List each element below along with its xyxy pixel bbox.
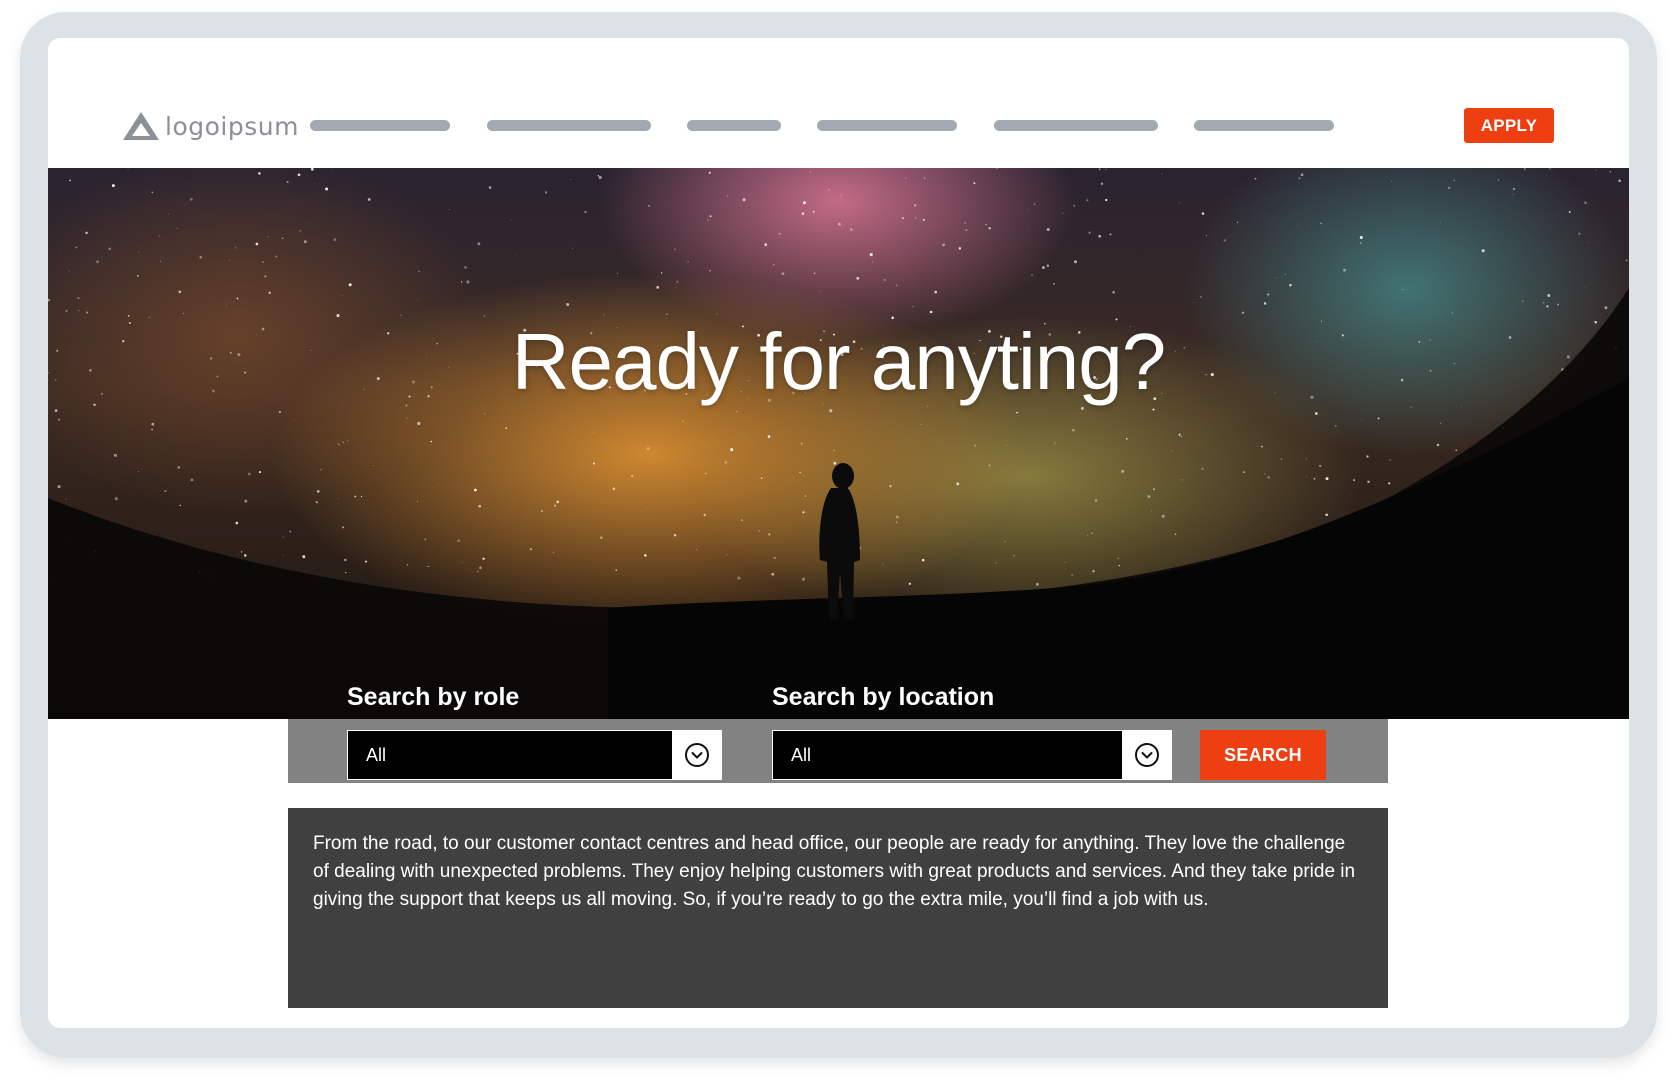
intro-text: From the road, to our customer contact c… [313, 833, 1356, 910]
role-select-value: All [366, 745, 387, 765]
intro-panel: From the road, to our customer contact c… [288, 808, 1388, 1008]
role-select[interactable]: All [347, 730, 722, 780]
chevron-down-circle-icon [684, 743, 709, 767]
nav-link-5[interactable] [994, 120, 1158, 131]
hero-title: Ready for anyting? [511, 317, 1167, 406]
logo[interactable]: logoipsum [121, 110, 299, 142]
nav-link-6[interactable] [1194, 120, 1334, 131]
role-search-label: Search by role [347, 683, 520, 711]
chevron-down-circle-icon [1134, 743, 1159, 767]
nav-link-1[interactable] [310, 120, 450, 131]
location-dropdown-button[interactable] [1122, 731, 1171, 779]
top-navigation: logoipsum APPLY [48, 38, 1629, 168]
horizon-silhouette [48, 288, 1629, 719]
search-button[interactable]: SEARCH [1200, 730, 1326, 780]
location-select[interactable]: All [772, 730, 1172, 780]
browser-screen: logoipsum APPLY Ready for anyting? Searc… [48, 38, 1629, 1028]
hero-banner: Ready for anyting? [48, 168, 1629, 719]
apply-button[interactable]: APPLY [1464, 108, 1554, 143]
person-silhouette [819, 463, 860, 620]
role-dropdown-button[interactable] [672, 731, 721, 779]
location-select-value: All [791, 745, 812, 765]
location-search-label: Search by location [772, 683, 995, 711]
nav-link-2[interactable] [487, 120, 651, 131]
nav-link-4[interactable] [817, 120, 957, 131]
logo-text: logoipsum [165, 111, 299, 141]
nav-link-3[interactable] [687, 120, 781, 131]
triangle-logo-icon [123, 112, 159, 140]
